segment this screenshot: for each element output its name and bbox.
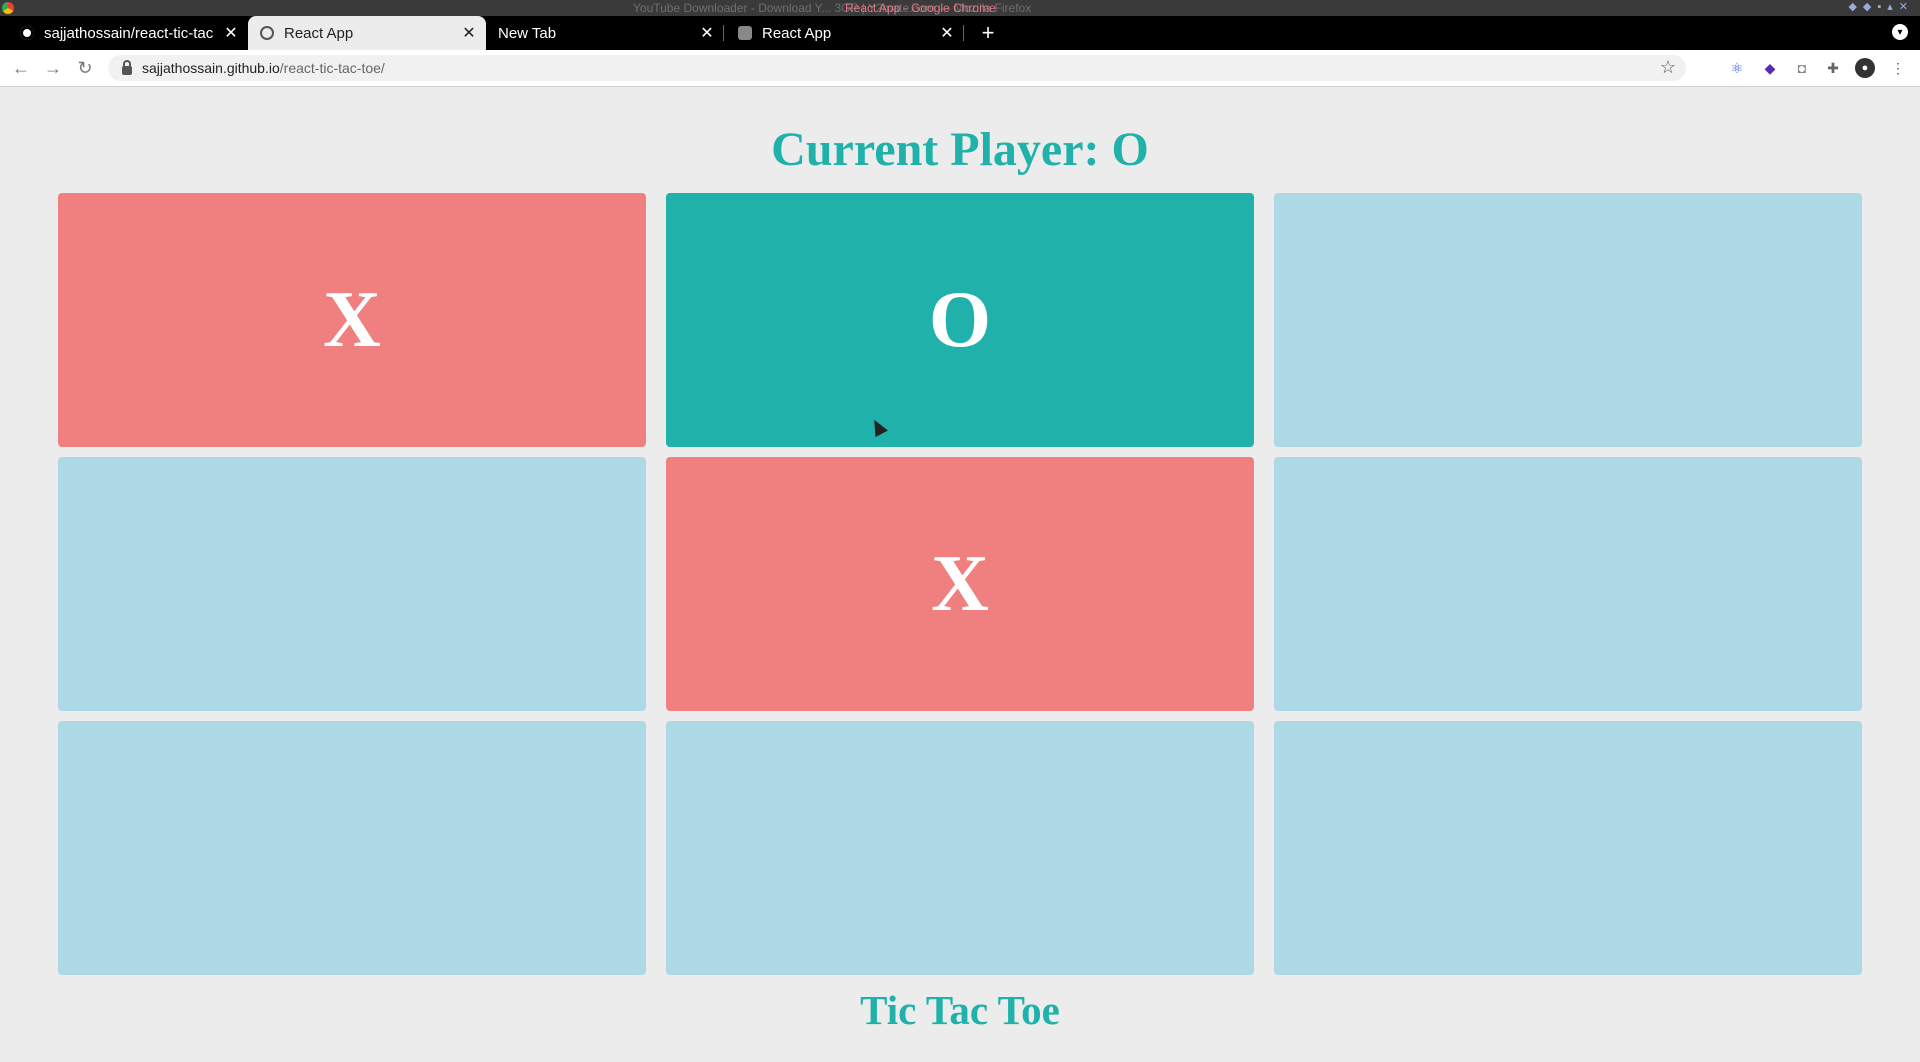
board-cell-6[interactable] — [1274, 457, 1862, 711]
tab-react-app-active[interactable]: React App ✕ — [248, 16, 486, 50]
board-cell-7[interactable] — [58, 721, 646, 975]
game-board: X O X — [58, 193, 1862, 975]
extensions-puzzle-icon[interactable]: ✚ — [1823, 58, 1843, 78]
tab-label: React App — [284, 24, 354, 42]
window-controls[interactable]: ◆◆▪▴✕ — [1848, 0, 1914, 13]
board-cell-1[interactable]: X — [58, 193, 646, 447]
new-tab-button[interactable]: + — [975, 16, 1001, 50]
browser-toolbar: ← → ↻ sajjathossain.github.io/react-tic-… — [0, 50, 1920, 87]
close-icon[interactable]: ✕ — [458, 23, 480, 43]
chrome-icon — [2, 2, 14, 14]
tab-label: sajjathossain/react-tic-tac — [44, 24, 214, 42]
close-icon[interactable]: ✕ — [696, 23, 718, 43]
window-title-bar: YouTube Downloader - Download Y... 3GP |… — [0, 0, 1920, 16]
tab-github[interactable]: sajjathossain/react-tic-tac ✕ — [8, 16, 248, 50]
board-cell-3[interactable] — [1274, 193, 1862, 447]
close-icon[interactable]: ✕ — [936, 23, 958, 43]
menu-kebab-icon[interactable]: ⋮ — [1888, 58, 1908, 78]
reload-icon[interactable]: ↻ — [73, 56, 97, 80]
board-cell-2[interactable]: O — [666, 193, 1254, 447]
tab-label: React App — [762, 24, 832, 42]
current-player-heading: Current Player: O — [771, 123, 1149, 176]
url-host: sajjathossain.github.io — [142, 60, 280, 76]
tab-search-icon[interactable]: ▾ — [1892, 24, 1908, 40]
react-devtools-icon[interactable]: ⚛ — [1727, 58, 1747, 78]
globe-icon — [260, 26, 274, 40]
github-icon — [20, 26, 34, 40]
extension-icon[interactable]: ◆ — [1760, 58, 1780, 78]
tab-label: New Tab — [498, 24, 557, 42]
address-bar[interactable]: sajjathossain.github.io/react-tic-tac-to… — [108, 55, 1686, 81]
database-icon — [738, 26, 752, 40]
camera-icon[interactable]: ◘ — [1792, 58, 1812, 78]
board-cell-5[interactable]: X — [666, 457, 1254, 711]
tab-react-app[interactable]: React App ✕ — [726, 16, 964, 50]
bookmark-star-icon[interactable]: ☆ — [1660, 57, 1676, 78]
board-cell-9[interactable] — [1274, 721, 1862, 975]
forward-icon[interactable]: → — [41, 56, 65, 80]
close-icon[interactable]: ✕ — [220, 23, 242, 43]
window-title: React App - Google Chrome — [845, 1, 996, 15]
tab-new-tab[interactable]: New Tab ✕ — [486, 16, 724, 50]
url-path: /react-tic-tac-toe/ — [279, 60, 385, 76]
game-title: Tic Tac Toe — [860, 987, 1060, 1033]
lock-icon[interactable] — [122, 59, 132, 75]
avatar[interactable]: ● — [1855, 58, 1875, 78]
board-cell-8[interactable] — [666, 721, 1254, 975]
tab-strip: sajjathossain/react-tic-tac ✕ React App … — [0, 16, 1920, 50]
board-cell-4[interactable] — [58, 457, 646, 711]
back-icon[interactable]: ← — [9, 56, 33, 80]
